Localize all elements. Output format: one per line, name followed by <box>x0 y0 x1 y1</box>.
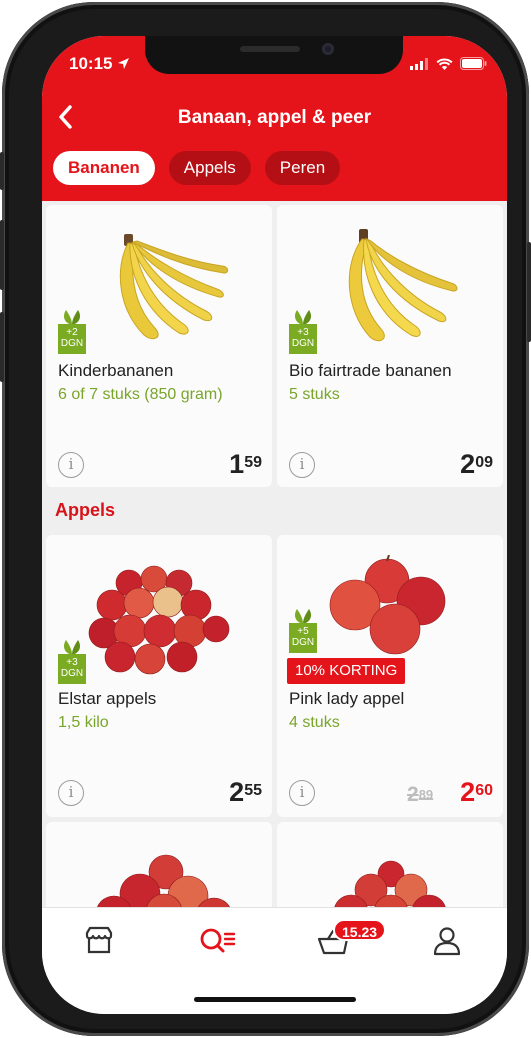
info-icon: i <box>299 783 305 801</box>
home-indicator <box>194 997 356 1002</box>
product-name: Kinderbananen <box>58 361 174 380</box>
info-icon: i <box>68 783 74 801</box>
search-list-icon <box>200 928 236 953</box>
status-icons <box>410 57 487 70</box>
product-grid: +2 DGN Kinderbananen 6 of 7 stuks (850 gr… <box>42 201 507 907</box>
product-price: 159 <box>229 449 262 479</box>
tab-peren[interactable]: Peren <box>264 151 341 185</box>
user-icon <box>433 927 461 956</box>
dgn-badge: +3 DGN <box>289 308 317 356</box>
product-card[interactable]: +2 DGN Kinderbananen 6 of 7 stuks (850 gr… <box>46 205 272 487</box>
product-image-bananas <box>348 229 458 342</box>
tab-store[interactable] <box>82 924 122 960</box>
info-button[interactable]: i <box>58 780 84 806</box>
back-arrow-icon <box>59 105 72 129</box>
tab-appels[interactable]: Appels <box>168 151 251 185</box>
tab-bananen[interactable]: Bananen <box>53 151 155 185</box>
volume-down-button <box>0 312 4 382</box>
dgn-badge: +5 DGN <box>289 607 317 655</box>
category-tabs: Bananen Appels Peren <box>53 151 341 185</box>
product-price: 255 <box>229 777 262 807</box>
status-time: 10:15 <box>69 54 130 74</box>
app-header: 10:15 Banaan, appel & peer Bananen Appel… <box>42 36 507 201</box>
product-card[interactable]: +3 DGN Bio fairtrade bananen 5 stuks i 20… <box>277 205 503 487</box>
product-name: Bio fairtrade bananen <box>289 361 452 380</box>
tab-search[interactable] <box>198 924 238 960</box>
info-button[interactable]: i <box>289 452 315 478</box>
battery-icon <box>460 57 487 70</box>
signal-icon <box>410 57 428 70</box>
phone-frame: 10:15 Banaan, appel & peer Bananen Appel… <box>0 2 531 1036</box>
location-arrow-icon <box>118 58 130 69</box>
info-icon: i <box>68 455 74 473</box>
tab-profile[interactable] <box>430 924 470 960</box>
product-price: 209 <box>460 449 493 479</box>
info-button[interactable]: i <box>289 780 315 806</box>
dgn-badge: +3 DGN <box>58 638 86 686</box>
product-card[interactable]: +3 DGN Elstar appels 1,5 kilo i 255 <box>46 535 272 817</box>
info-icon: i <box>299 455 305 473</box>
back-button[interactable] <box>53 102 83 132</box>
basket-total-badge: 15.23 <box>333 919 387 941</box>
dgn-badge: +2 DGN <box>58 308 86 356</box>
wifi-icon <box>436 57 453 70</box>
section-title-appels: Appels <box>55 500 116 520</box>
product-price: 260 <box>460 777 493 807</box>
product-name: Elstar appels <box>58 689 157 708</box>
mute-switch <box>0 152 4 190</box>
product-card[interactable]: +5 DGN 10% KORTING Pink lady appel 4 stuk… <box>277 535 503 817</box>
product-card[interactable] <box>46 822 272 907</box>
product-amount: 5 stuks <box>289 386 340 403</box>
discount-badge: 10% KORTING <box>287 658 406 684</box>
product-image-apples <box>88 565 230 675</box>
page-title: Banaan, appel & peer <box>177 107 372 128</box>
bottom-tab-bar: 15.23 <box>42 907 507 1014</box>
product-name: Pink lady appel <box>289 689 405 708</box>
product-amount: 6 of 7 stuks (850 gram) <box>58 386 223 403</box>
volume-up-button <box>0 220 4 290</box>
notch <box>145 36 403 74</box>
power-button <box>527 242 531 342</box>
product-amount: 4 stuks <box>289 714 340 731</box>
old-price: 289 <box>407 783 434 806</box>
product-image-apples <box>97 854 230 907</box>
product-card[interactable] <box>277 822 503 907</box>
info-button[interactable]: i <box>58 452 84 478</box>
store-icon <box>85 926 113 954</box>
product-image-bananas <box>119 234 229 340</box>
product-amount: 1,5 kilo <box>58 714 109 731</box>
product-image-apples <box>329 555 446 655</box>
product-image-apples <box>334 860 446 907</box>
screen: 10:15 Banaan, appel & peer Bananen Appel… <box>42 36 507 1014</box>
